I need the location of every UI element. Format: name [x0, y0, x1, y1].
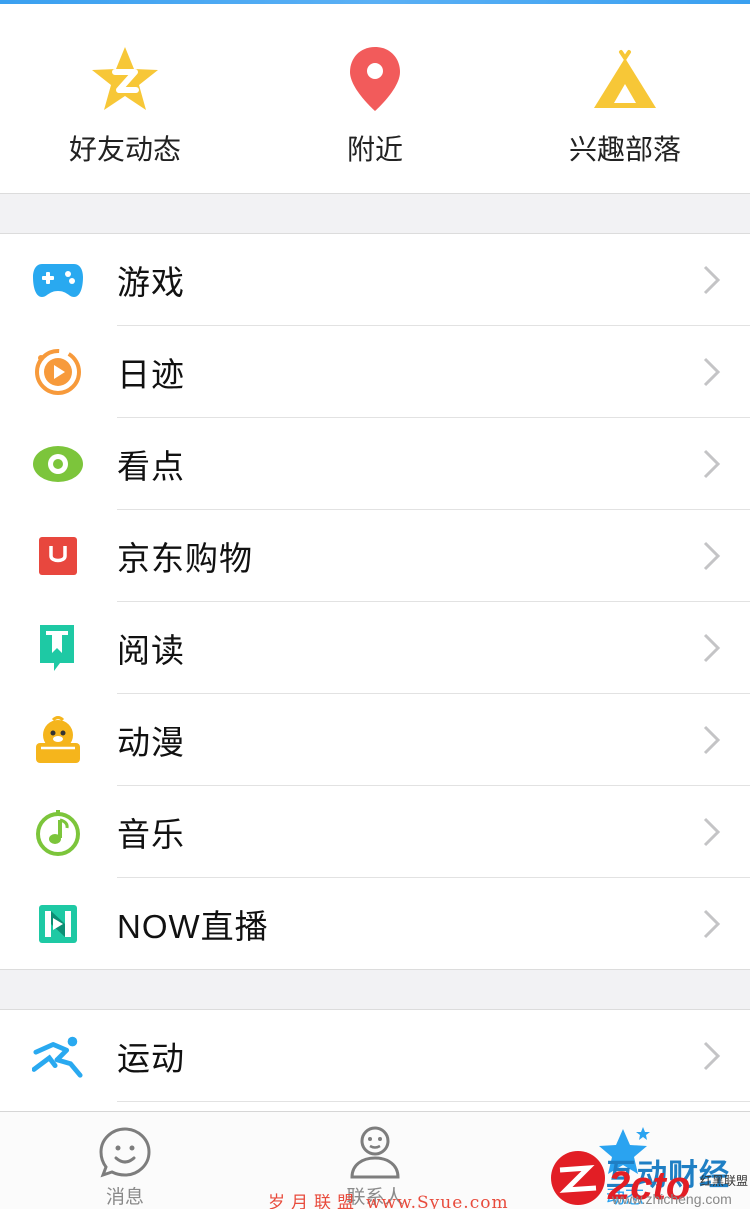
quick-action-label: 附近 — [346, 134, 403, 165]
quick-action-label: 兴趣部落 — [568, 134, 681, 165]
smiley-bubble-icon — [97, 1124, 153, 1180]
watermark-text: 岁月联盟 www.Syue.com — [268, 1188, 509, 1209]
chevron-right-icon — [703, 265, 721, 295]
play-circle-icon — [32, 348, 84, 396]
eye-icon — [32, 440, 84, 488]
list-item-label: 音乐 — [117, 816, 185, 853]
tab-messages[interactable]: 消息 — [0, 1112, 250, 1209]
list-item-jd-shopping[interactable]: 京东购物 — [0, 510, 750, 602]
section-gap — [0, 193, 750, 234]
list-item-label: 看点 — [117, 448, 185, 485]
person-icon — [347, 1124, 403, 1180]
quick-action-interest-tribe[interactable]: 兴趣部落 — [500, 4, 750, 193]
quick-action-friends-feed[interactable]: 好友动态 — [0, 4, 250, 193]
watermark-small: 红黑联盟 — [699, 1174, 748, 1188]
chevron-right-icon — [703, 357, 721, 387]
watermark-logo: 互动财经 2cto 红黑联盟 www.zhicheng.com — [548, 1148, 750, 1209]
penguin-icon — [32, 716, 84, 764]
list-item-label: 京东购物 — [117, 540, 253, 577]
list-item-daily-trace[interactable]: 日迹 — [0, 326, 750, 418]
quick-actions: 好友动态 附近 兴趣部落 — [0, 4, 750, 193]
chevron-right-icon — [703, 1041, 721, 1071]
list-item-games[interactable]: 游戏 — [0, 234, 750, 326]
chevron-right-icon — [703, 449, 721, 479]
chevron-right-icon — [703, 909, 721, 939]
list-item-label: NOW直播 — [117, 908, 269, 945]
tab-label: 消息 — [105, 1187, 144, 1208]
tent-icon — [589, 44, 661, 114]
watermark-url2: www.zhicheng.com — [612, 1191, 732, 1207]
watermark-title: 岁月联盟 — [268, 1193, 360, 1209]
watermark-url: www.Syue.com — [366, 1193, 509, 1209]
feature-list-2: 运动 — [0, 1010, 750, 1102]
feature-list-1: 游戏 日迹 看点 京东购物 阅读 动漫 音乐 NOW直播 — [0, 234, 750, 970]
qzone-star-icon — [89, 44, 161, 114]
section-gap — [0, 969, 750, 1010]
divider — [117, 1101, 750, 1102]
location-pin-icon — [339, 44, 411, 114]
quick-action-nearby[interactable]: 附近 — [250, 4, 500, 193]
list-item-anime[interactable]: 动漫 — [0, 694, 750, 786]
bookmark-book-icon — [32, 624, 84, 672]
chevron-right-icon — [703, 817, 721, 847]
quick-action-label: 好友动态 — [68, 134, 181, 165]
list-item-now-live[interactable]: NOW直播 — [0, 878, 750, 970]
jd-bag-icon — [32, 532, 84, 580]
list-item-label: 阅读 — [117, 632, 185, 669]
list-item-music[interactable]: 音乐 — [0, 786, 750, 878]
list-item-label: 动漫 — [117, 724, 185, 761]
list-item-reading[interactable]: 阅读 — [0, 602, 750, 694]
list-item-sports[interactable]: 运动 — [0, 1010, 750, 1102]
gamepad-icon — [32, 256, 84, 304]
chevron-right-icon — [703, 725, 721, 755]
chevron-right-icon — [703, 541, 721, 571]
now-live-icon — [32, 900, 84, 948]
list-item-label: 运动 — [117, 1040, 185, 1077]
chevron-right-icon — [703, 633, 721, 663]
list-item-label: 游戏 — [117, 264, 185, 301]
running-icon — [32, 1032, 84, 1080]
music-note-icon — [32, 808, 84, 856]
list-item-label: 日迹 — [117, 356, 185, 393]
list-item-kandian[interactable]: 看点 — [0, 418, 750, 510]
